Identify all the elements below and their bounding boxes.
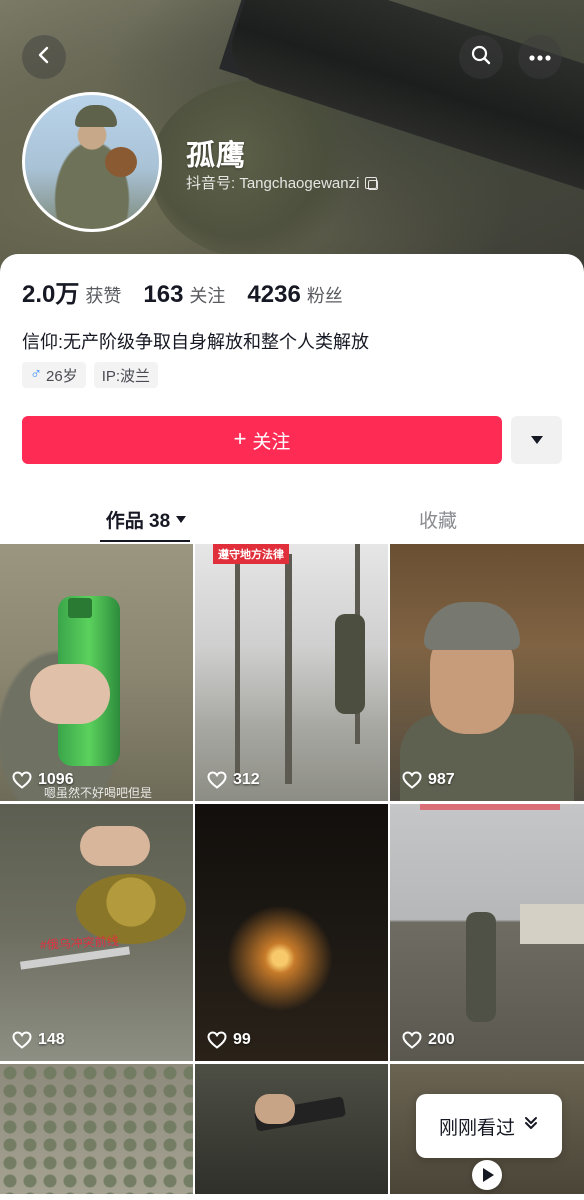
copy-icon[interactable] xyxy=(365,176,379,190)
video-likes-count: 312 xyxy=(233,771,260,788)
follow-label: 关注 xyxy=(252,431,291,453)
triangle-down-icon xyxy=(176,515,187,523)
tag-age-text: 26岁 xyxy=(46,367,78,385)
video-thumbnail[interactable]: #俄乌冲突前线 148 xyxy=(0,804,193,1061)
bio: 信仰:无产阶级争取自身解放和整个人类解放 xyxy=(22,332,369,352)
stat-following[interactable]: 163 关注 xyxy=(143,281,225,309)
video-likes: 987 xyxy=(402,771,455,789)
video-thumbnail[interactable]: 遵守地方法律 312 xyxy=(195,544,388,801)
tag-ip: IP:波兰 xyxy=(93,362,159,388)
video-likes: 99 xyxy=(207,1031,251,1049)
avatar-dog xyxy=(105,147,137,177)
video-likes-count: 99 xyxy=(233,1031,251,1048)
follow-button[interactable]: + 关注 xyxy=(22,416,502,464)
profile-tabs: 作品 38 收藏 xyxy=(0,496,584,544)
back-button[interactable] xyxy=(22,35,66,79)
tab-favorites-label: 收藏 xyxy=(418,510,457,532)
video-thumbnail[interactable]: 嗯虽然不好喝吧但是 1096 xyxy=(0,544,193,801)
thumb-tree xyxy=(235,564,240,784)
video-thumbnail[interactable]: 200 xyxy=(390,804,584,1061)
stat-num: 4236 xyxy=(247,281,301,308)
video-likes-count: 987 xyxy=(428,771,455,788)
video-thumbnail[interactable]: 99 xyxy=(195,804,388,1061)
stat-likes[interactable]: 2.0万 获赞 xyxy=(22,274,121,309)
double-chevron-down-icon xyxy=(523,1115,539,1137)
tag-age: ♂ 26岁 xyxy=(22,362,86,388)
heart-outline-icon xyxy=(207,771,227,789)
thumb-tree xyxy=(285,554,292,784)
stat-label: 获赞 xyxy=(85,286,122,306)
avatar[interactable] xyxy=(22,92,162,232)
recently-viewed-button[interactable]: 刚刚看过 xyxy=(416,1094,562,1158)
thumb-grenades xyxy=(0,1064,193,1194)
stat-label: 粉丝 xyxy=(306,286,343,306)
thumb-hand xyxy=(80,826,150,866)
thumb-soldier xyxy=(335,614,365,714)
video-likes: 200 xyxy=(402,1031,455,1049)
stat-label: 关注 xyxy=(189,286,226,306)
ellipsis-icon xyxy=(529,48,551,66)
stats-row: 2.0万 获赞 163 关注 4236 粉丝 xyxy=(22,274,343,309)
thumb-house xyxy=(520,904,584,944)
video-badge: 遵守地方法律 xyxy=(213,544,289,564)
avatar-helmet xyxy=(75,105,117,127)
stat-num: 163 xyxy=(143,281,184,308)
thumb-soldier xyxy=(466,912,496,1022)
recently-viewed-label: 刚刚看过 xyxy=(438,1117,515,1139)
search-icon xyxy=(470,44,492,71)
more-button[interactable] xyxy=(518,35,562,79)
heart-outline-icon xyxy=(12,1031,32,1049)
thumb-red-caption-bar xyxy=(420,804,560,810)
tag-ip-text: IP:波兰 xyxy=(101,367,151,385)
tab-favorites[interactable]: 收藏 xyxy=(292,496,584,542)
tab-underline xyxy=(100,540,190,542)
stat-num: 2.0万 xyxy=(22,281,80,308)
heart-outline-icon xyxy=(402,771,422,789)
thumb-hand xyxy=(30,664,110,724)
video-thumbnail[interactable]: 987 xyxy=(390,544,584,801)
video-likes: 312 xyxy=(207,771,260,789)
chevron-left-icon xyxy=(34,45,54,70)
profile-card: 2.0万 获赞 163 关注 4236 粉丝 信仰:无产阶级争取自身解放和整个人… xyxy=(0,254,584,1200)
triangle-down-icon xyxy=(530,436,543,444)
heart-outline-icon xyxy=(12,771,32,789)
video-thumbnail[interactable] xyxy=(0,1064,193,1194)
play-icon xyxy=(483,1168,494,1182)
nickname: 孤鹰 xyxy=(186,140,247,172)
video-likes-count: 148 xyxy=(38,1031,65,1048)
plus-icon: + xyxy=(233,426,247,451)
thumb-hand xyxy=(255,1094,295,1124)
profile-tags: ♂ 26岁 IP:波兰 xyxy=(22,362,159,388)
heart-outline-icon xyxy=(402,1031,422,1049)
male-icon: ♂ xyxy=(30,366,42,383)
search-button[interactable] xyxy=(459,35,503,79)
thumb-beanie xyxy=(424,602,520,650)
video-likes-count: 200 xyxy=(428,1031,455,1048)
thumb-bottle-cap xyxy=(68,598,92,618)
video-likes-count: 1096 xyxy=(38,771,74,788)
video-likes: 1096 xyxy=(12,771,74,789)
douyin-id[interactable]: 抖音号: Tangchaogewanzi xyxy=(186,172,379,193)
recommend-dropdown-button[interactable] xyxy=(511,416,562,464)
douyin-id-text: 抖音号: Tangchaogewanzi xyxy=(186,175,360,192)
stat-followers[interactable]: 4236 粉丝 xyxy=(247,281,342,309)
video-thumbnail[interactable] xyxy=(195,1064,388,1194)
video-likes: 148 xyxy=(12,1031,65,1049)
heart-outline-icon xyxy=(207,1031,227,1049)
play-button[interactable] xyxy=(472,1160,502,1190)
tab-works-label: 作品 38 xyxy=(105,510,171,532)
tab-works[interactable]: 作品 38 xyxy=(0,496,292,542)
